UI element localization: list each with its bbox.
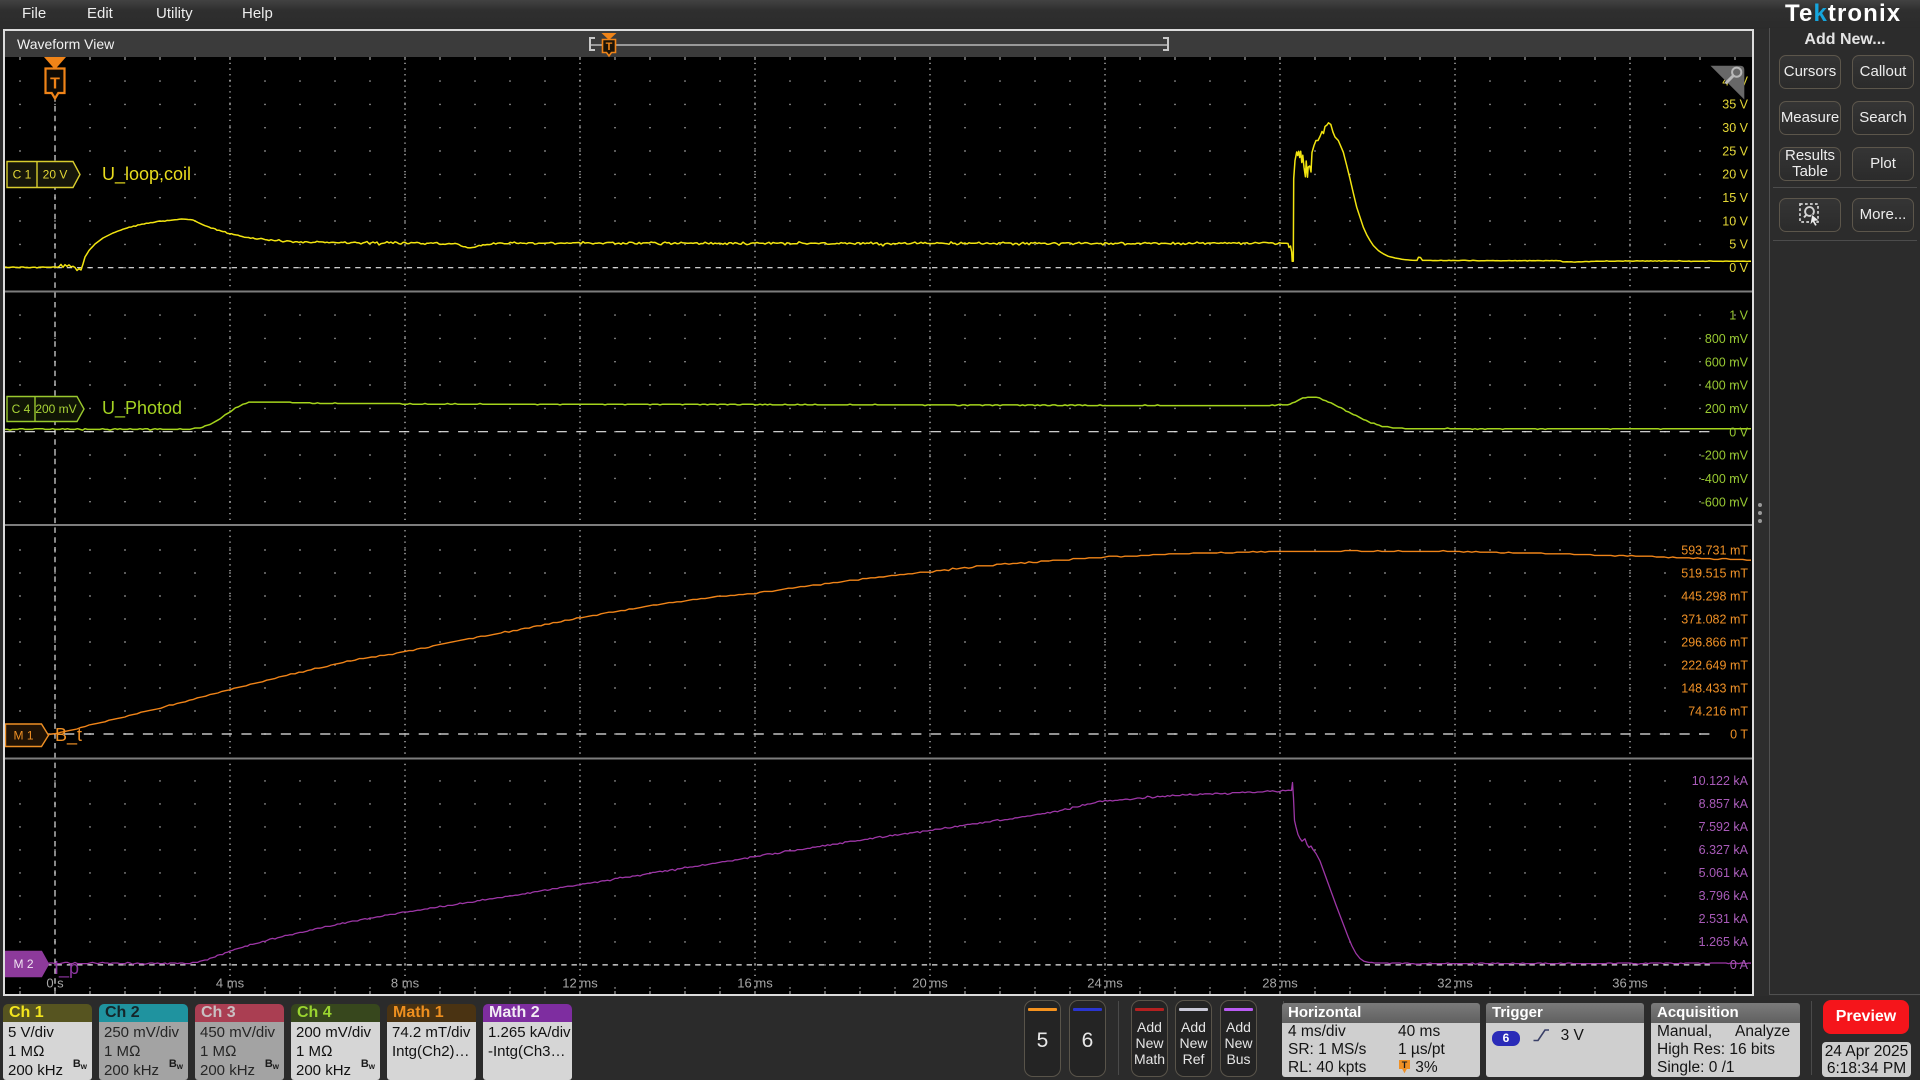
svg-text:36 ms: 36 ms	[1612, 976, 1648, 991]
svg-text:12 ms: 12 ms	[562, 976, 598, 991]
svg-text:16 ms: 16 ms	[737, 976, 773, 991]
svg-text:T: T	[1402, 1060, 1408, 1070]
svg-text:28 ms: 28 ms	[1262, 976, 1298, 991]
svg-text:20 V: 20 V	[1722, 168, 1748, 182]
svg-text:0 T: 0 T	[1730, 727, 1748, 741]
svg-text:4 ms: 4 ms	[216, 976, 245, 991]
svg-text:600 mV: 600 mV	[1705, 355, 1749, 369]
svg-text:1 V: 1 V	[1729, 309, 1748, 323]
svg-text:35 V: 35 V	[1722, 98, 1748, 112]
svg-text:20 V: 20 V	[43, 168, 68, 182]
svg-text:M 1: M 1	[13, 728, 33, 742]
svg-text:7.592 kA: 7.592 kA	[1699, 820, 1749, 834]
svg-text:I_p: I_p	[54, 958, 79, 979]
svg-text:2.531 kA: 2.531 kA	[1699, 912, 1749, 926]
svg-text:445.298 mT: 445.298 mT	[1681, 589, 1748, 603]
svg-text:25 V: 25 V	[1722, 144, 1748, 158]
svg-text:U_loop,coil: U_loop,coil	[102, 164, 191, 185]
svg-text:296.866 mT: 296.866 mT	[1681, 635, 1748, 649]
svg-text:519.515 mT: 519.515 mT	[1681, 566, 1748, 580]
svg-text:U_Photod: U_Photod	[102, 398, 182, 419]
svg-text:M 2: M 2	[13, 957, 33, 971]
svg-text:8 ms: 8 ms	[391, 976, 420, 991]
svg-text:24 ms: 24 ms	[1087, 976, 1123, 991]
svg-text:0 V: 0 V	[1729, 261, 1748, 275]
svg-text:6.327 kA: 6.327 kA	[1699, 843, 1749, 857]
svg-text:20 ms: 20 ms	[912, 976, 948, 991]
svg-text:T: T	[606, 41, 613, 53]
svg-text:C 4: C 4	[12, 402, 31, 416]
svg-text:371.082 mT: 371.082 mT	[1681, 612, 1748, 626]
svg-text:T: T	[50, 76, 60, 93]
svg-text:1.265 kA: 1.265 kA	[1699, 935, 1749, 949]
svg-text:30 V: 30 V	[1722, 121, 1748, 135]
svg-text:0 V: 0 V	[1729, 425, 1748, 439]
svg-text:0 A: 0 A	[1730, 958, 1749, 972]
svg-text:5 V: 5 V	[1729, 238, 1748, 252]
svg-text:800 mV: 800 mV	[1705, 332, 1749, 346]
svg-text:74.216 mT: 74.216 mT	[1688, 704, 1748, 718]
svg-text:10 V: 10 V	[1722, 214, 1748, 228]
svg-text:222.649 mT: 222.649 mT	[1681, 658, 1748, 672]
svg-text:15 V: 15 V	[1722, 191, 1748, 205]
svg-text:400 mV: 400 mV	[1705, 379, 1749, 393]
svg-text:B_t: B_t	[55, 725, 82, 746]
svg-text:-200 mV: -200 mV	[1701, 449, 1749, 463]
svg-text:148.433 mT: 148.433 mT	[1681, 681, 1748, 695]
svg-text:C 1: C 1	[13, 168, 32, 182]
svg-text:-600 mV: -600 mV	[1701, 495, 1749, 509]
svg-text:10.122 kA: 10.122 kA	[1692, 774, 1749, 788]
svg-text:200 mV: 200 mV	[35, 402, 76, 416]
svg-text:-400 mV: -400 mV	[1701, 472, 1749, 486]
svg-text:32 ms: 32 ms	[1437, 976, 1473, 991]
svg-text:5.061 kA: 5.061 kA	[1699, 866, 1749, 880]
svg-text:3.796 kA: 3.796 kA	[1699, 889, 1749, 903]
svg-text:200 mV: 200 mV	[1705, 402, 1749, 416]
svg-text:593.731 mT: 593.731 mT	[1681, 543, 1748, 557]
svg-text:8.857 kA: 8.857 kA	[1699, 797, 1749, 811]
